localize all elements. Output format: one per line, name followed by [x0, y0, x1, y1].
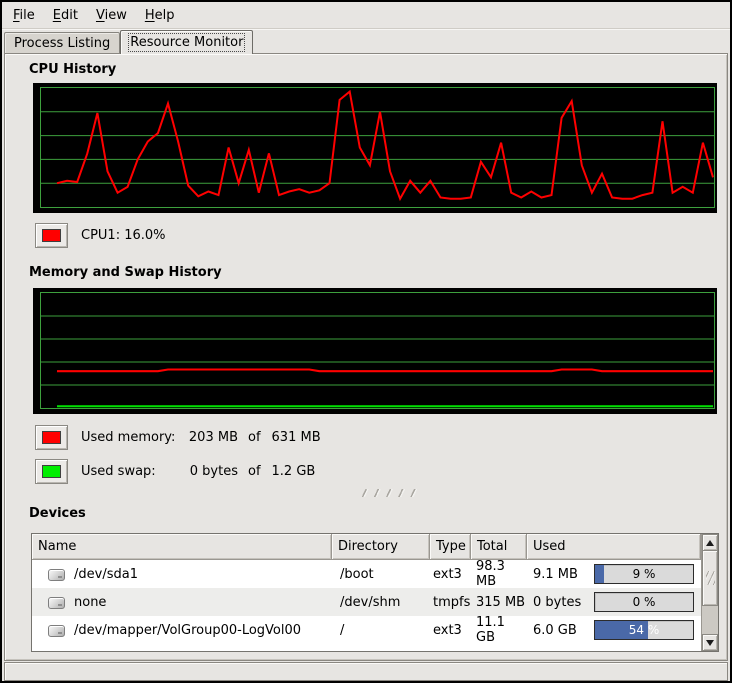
swap-legend-row: Used swap: 0 bytes of 1.2 GB: [35, 458, 719, 484]
device-directory: /boot: [332, 560, 430, 588]
column-header-directory[interactable]: Directory: [332, 534, 430, 560]
used-progress-bar: 0 %: [594, 592, 694, 612]
memory-legend-label: Used memory:: [81, 430, 178, 445]
device-used: 6.0 GB: [533, 623, 577, 638]
used-progress-bar: 9 %: [594, 564, 694, 584]
swap-total-value: 1.2 GB: [272, 464, 316, 479]
tab-process-listing[interactable]: Process Listing: [4, 32, 120, 53]
notebook-tabs: Process Listing Resource Monitor: [2, 29, 730, 53]
device-total: 315 MB: [471, 588, 527, 616]
devices-table-header: Name Directory Type Total Used: [32, 534, 701, 560]
memory-swap-graph: [33, 288, 717, 414]
devices-table: Name Directory Type Total Used /dev/sda1…: [31, 533, 719, 652]
column-header-type[interactable]: Type: [430, 534, 471, 560]
device-used: 0 bytes: [533, 595, 581, 610]
memory-total-value: 631 MB: [272, 430, 321, 445]
menu-file[interactable]: File: [4, 4, 44, 27]
device-type: ext3: [430, 616, 471, 644]
memory-legend-row: Used memory: 203 MB of 631 MB: [35, 424, 719, 450]
memory-swap-plot-area: [40, 292, 715, 409]
tab-resource-monitor[interactable]: Resource Monitor: [120, 30, 253, 54]
table-row-none[interactable]: none /dev/shm tmpfs 315 MB 0 bytes 0 %: [32, 588, 701, 616]
used-progress-bar: 54 %: [594, 620, 694, 640]
arrow-up-icon: [706, 540, 714, 546]
memory-color-swatch: [42, 431, 61, 444]
device-name: /dev/sda1: [74, 567, 138, 582]
cpu-color-swatch: [42, 229, 61, 242]
device-used: 9.1 MB: [533, 567, 578, 582]
table-row-volgroup[interactable]: /dev/mapper/VolGroup00-LogVol00 / ext3 1…: [32, 616, 701, 644]
swap-legend-label: Used swap:: [81, 464, 178, 479]
progress-label: 9 %: [595, 565, 693, 583]
column-header-total[interactable]: Total: [471, 534, 527, 560]
memory-used-value: 203 MB: [178, 430, 238, 445]
harddisk-icon: [48, 569, 65, 581]
memory-swap-title: Memory and Swap History: [29, 265, 719, 280]
tab-resource-monitor-label: Resource Monitor: [130, 35, 243, 50]
scrollbar-thumb[interactable]: [702, 551, 718, 606]
column-header-name[interactable]: Name: [32, 534, 332, 560]
swap-color-swatch: [42, 465, 61, 478]
harddisk-icon: [48, 625, 65, 637]
scrollbar-trough[interactable]: [702, 606, 718, 634]
menu-help[interactable]: Help: [136, 4, 184, 27]
harddisk-icon: [48, 597, 65, 609]
menu-bar: File Edit View Help: [2, 2, 730, 29]
device-type: ext3: [430, 560, 471, 588]
menu-edit[interactable]: Edit: [44, 4, 87, 27]
device-total: 11.1 GB: [471, 616, 527, 644]
devices-title: Devices: [29, 506, 719, 521]
device-name: /dev/mapper/VolGroup00-LogVol00: [74, 623, 301, 638]
tab-process-listing-label: Process Listing: [14, 36, 110, 51]
cpu-legend-row: CPU1: 16.0%: [35, 222, 719, 248]
memory-swap-chart: [41, 293, 714, 408]
cpu-history-plot-area: [40, 87, 715, 208]
menu-view[interactable]: View: [87, 4, 136, 27]
cpu-history-title: CPU History: [29, 62, 719, 77]
device-directory: /: [332, 616, 430, 644]
swap-of-label: of: [248, 464, 261, 479]
scrollbar-grip-icon: [706, 571, 715, 585]
device-name: none: [74, 595, 106, 610]
cpu-history-chart: [41, 88, 714, 207]
device-total: 98.3 MB: [471, 560, 527, 588]
cpu-history-graph: [33, 83, 717, 213]
device-type: tmpfs: [430, 588, 471, 616]
cpu-color-button[interactable]: [35, 223, 68, 248]
system-monitor-window: File Edit View Help Process Listing Reso…: [0, 0, 732, 683]
vertical-scrollbar[interactable]: [701, 534, 718, 651]
cpu-legend-label: CPU1: 16.0%: [81, 228, 166, 243]
resource-monitor-page: CPU History CPU1: 16.0% Memory and Swap …: [4, 53, 728, 661]
pane-resize-grip[interactable]: [361, 489, 417, 497]
arrow-down-icon: [706, 640, 714, 646]
memory-color-button[interactable]: [35, 425, 68, 450]
table-row-dev-sda1[interactable]: /dev/sda1 /boot ext3 98.3 MB 9.1 MB 9 %: [32, 560, 701, 588]
column-header-used[interactable]: Used: [527, 534, 701, 560]
memory-of-label: of: [248, 430, 261, 445]
scrollbar-down-button[interactable]: [702, 634, 718, 651]
swap-color-button[interactable]: [35, 459, 68, 484]
device-directory: /dev/shm: [332, 588, 430, 616]
progress-label: 0 %: [595, 593, 693, 611]
scrollbar-up-button[interactable]: [702, 534, 718, 551]
swap-used-value: 0 bytes: [178, 464, 238, 479]
progress-label: 54 %: [595, 621, 693, 639]
status-bar: [4, 662, 728, 681]
